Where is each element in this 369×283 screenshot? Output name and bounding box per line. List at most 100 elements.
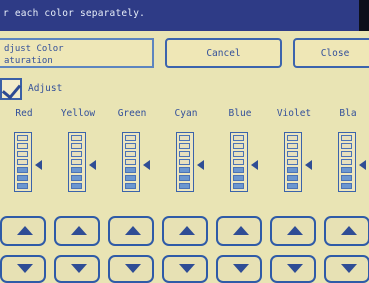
increase-yellow-button[interactable] — [54, 216, 100, 246]
color-label: Blue — [228, 108, 252, 119]
meter-segment — [341, 159, 352, 165]
saturation-meter — [284, 132, 302, 192]
triangle-down-icon — [179, 264, 195, 273]
meter-segment — [125, 167, 136, 173]
triangle-up-icon — [125, 226, 141, 235]
meter-segment — [125, 183, 136, 189]
color-label: Violet — [276, 108, 312, 119]
meter-segment — [287, 143, 298, 149]
increase-violet-button[interactable] — [270, 216, 316, 246]
meter-segment — [233, 151, 244, 157]
decrease-cyan-button[interactable] — [162, 255, 208, 283]
decrease-bla-button[interactable] — [324, 255, 369, 283]
meter-segment — [179, 175, 190, 181]
meter-segment — [287, 135, 298, 141]
meter-segment — [17, 143, 28, 149]
color-column-cyan: Cyan — [159, 108, 213, 283]
color-column-yellow: Yellow — [51, 108, 105, 283]
meter-segment — [125, 175, 136, 181]
decrease-green-button[interactable] — [108, 255, 154, 283]
triangle-up-icon — [287, 226, 303, 235]
meter-segment — [233, 183, 244, 189]
level-pointer-icon — [143, 160, 150, 170]
triangle-down-icon — [233, 264, 249, 273]
instruction-bar: r each color separately. — [0, 0, 369, 31]
decrease-yellow-button[interactable] — [54, 255, 100, 283]
level-pointer-icon — [251, 160, 258, 170]
meter-segment — [233, 143, 244, 149]
color-column-green: Green — [105, 108, 159, 283]
meter-segment — [179, 151, 190, 157]
increase-green-button[interactable] — [108, 216, 154, 246]
meter-segment — [287, 151, 298, 157]
meter-segment — [125, 135, 136, 141]
increase-red-button[interactable] — [0, 216, 46, 246]
cancel-button[interactable]: Cancel — [165, 38, 282, 68]
meter-segment — [341, 167, 352, 173]
saturation-meter — [338, 132, 356, 192]
triangle-up-icon — [341, 226, 357, 235]
decrease-violet-button[interactable] — [270, 255, 316, 283]
saturation-meter — [122, 132, 140, 192]
meter-segment — [71, 167, 82, 173]
meter-segment — [233, 167, 244, 173]
meter-segment — [125, 159, 136, 165]
adjust-label: Adjust — [28, 83, 63, 94]
meter-segment — [71, 159, 82, 165]
increase-blue-button[interactable] — [216, 216, 262, 246]
meter-segment — [287, 159, 298, 165]
meter-segment — [125, 143, 136, 149]
color-column-bla: Bla — [321, 108, 369, 283]
triangle-down-icon — [125, 264, 141, 273]
adjust-toggle[interactable]: Adjust — [0, 78, 80, 102]
level-pointer-icon — [359, 160, 366, 170]
meter-segment — [17, 175, 28, 181]
meter-segment — [287, 175, 298, 181]
level-pointer-icon — [35, 160, 42, 170]
meter-segment — [233, 159, 244, 165]
decrease-blue-button[interactable] — [216, 255, 262, 283]
meter-segment — [179, 143, 190, 149]
meter-segment — [71, 135, 82, 141]
meter-segment — [17, 151, 28, 157]
color-column-blue: Blue — [213, 108, 267, 283]
increase-cyan-button[interactable] — [162, 216, 208, 246]
meter-segment — [17, 183, 28, 189]
level-pointer-icon — [89, 160, 96, 170]
meter-segment — [287, 167, 298, 173]
meter-segment — [179, 167, 190, 173]
meter-segment — [341, 135, 352, 141]
color-column-violet: Violet — [267, 108, 321, 283]
close-button[interactable]: Close — [293, 38, 369, 68]
meter-segment — [341, 143, 352, 149]
instruction-text: r each color separately. — [3, 8, 146, 19]
bar-edge — [359, 0, 369, 31]
meter-segment — [179, 135, 190, 141]
color-label: Bla — [339, 108, 357, 119]
meter-segment — [17, 167, 28, 173]
meter-segment — [71, 183, 82, 189]
adjust-checkbox[interactable] — [0, 78, 22, 100]
triangle-down-icon — [71, 264, 87, 273]
adjust-color-saturation-title: djust Color aturation — [0, 38, 154, 68]
level-pointer-icon — [305, 160, 312, 170]
color-label: Cyan — [174, 108, 198, 119]
color-label: Yellow — [60, 108, 96, 119]
saturation-meter — [14, 132, 32, 192]
saturation-meter — [230, 132, 248, 192]
saturation-meter — [176, 132, 194, 192]
triangle-down-icon — [17, 264, 33, 273]
meter-segment — [17, 159, 28, 165]
increase-bla-button[interactable] — [324, 216, 369, 246]
saturation-meter — [68, 132, 86, 192]
meter-segment — [179, 183, 190, 189]
meter-segment — [341, 151, 352, 157]
meter-segment — [125, 151, 136, 157]
triangle-up-icon — [233, 226, 249, 235]
color-label: Red — [15, 108, 33, 119]
triangle-up-icon — [17, 226, 33, 235]
color-column-red: Red — [0, 108, 51, 283]
meter-segment — [71, 175, 82, 181]
decrease-red-button[interactable] — [0, 255, 46, 283]
title-line-1: djust Color — [4, 44, 64, 54]
